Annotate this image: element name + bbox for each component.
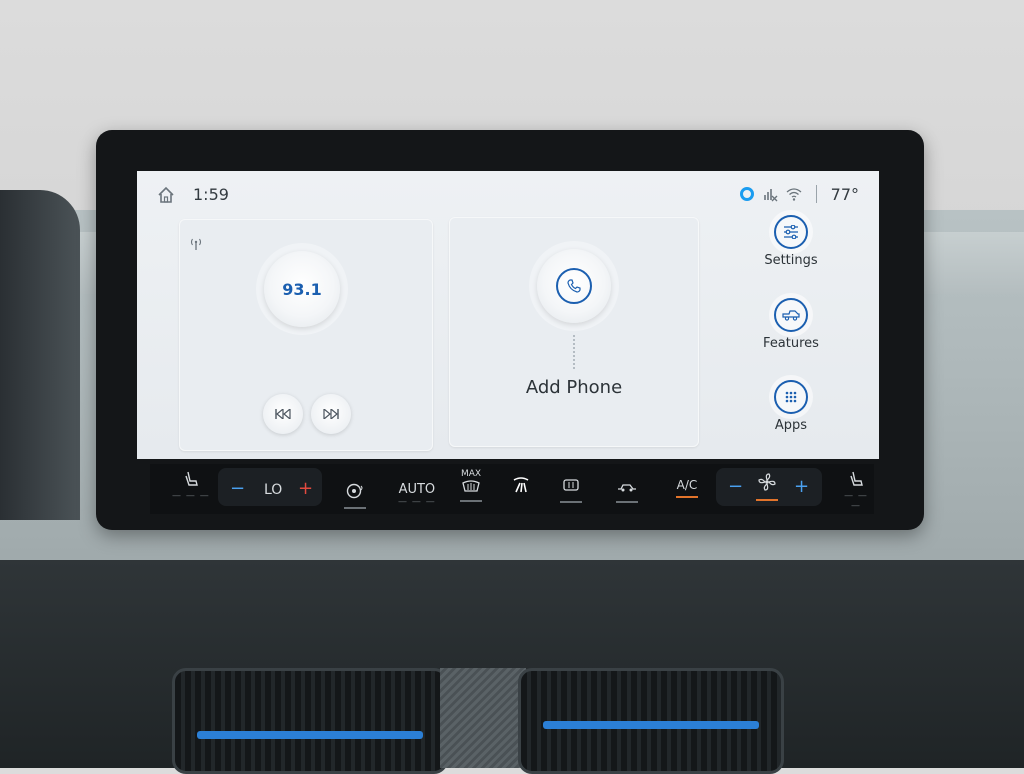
fan-speed-up-button[interactable]: +: [794, 476, 809, 497]
fan-speed-down-button[interactable]: −: [728, 476, 743, 497]
skip-forward-icon: [323, 409, 339, 419]
windshield-defrost-icon: [513, 477, 529, 493]
rear-defrost-icon: [563, 479, 579, 491]
passenger-heated-seat-button[interactable]: — — —: [838, 470, 874, 511]
wifi-off-icon: [786, 188, 802, 201]
radio-frequency: 93.1: [282, 279, 322, 299]
radio-frequency-button[interactable]: 93.1: [264, 251, 340, 327]
status-icons: 77°: [739, 181, 859, 207]
settings-button[interactable]: Settings: [735, 211, 847, 287]
air-vent-left: [172, 668, 448, 774]
windshield-heat-button[interactable]: [510, 474, 532, 499]
max-defrost-icon: [462, 480, 480, 492]
previous-station-button[interactable]: [263, 394, 303, 434]
infotainment-screen: 1:59 77° 93.1 Add Phone Settings Feature…: [137, 171, 879, 459]
air-vent-right: [518, 668, 784, 774]
seat-icon: [185, 471, 198, 486]
truck-icon: [782, 310, 800, 321]
driver-heated-seat-button[interactable]: — — —: [172, 470, 210, 501]
features-label: Features: [763, 336, 819, 351]
steering-column: [0, 190, 80, 520]
vent-divider-trim: [440, 668, 526, 768]
settings-sliders-icon: [784, 225, 798, 239]
clock: 1:59: [193, 185, 229, 204]
radio-card[interactable]: 93.1: [179, 219, 433, 451]
climate-control-bar: — — — − LO + AUTO — — — MAX A/C − + — — …: [150, 464, 874, 514]
rear-defrost-button[interactable]: [560, 478, 582, 503]
ac-button[interactable]: A/C: [676, 478, 698, 498]
fan-speed-indicator: [756, 472, 778, 501]
passenger-seat-icon: [850, 471, 863, 486]
apps-grid-icon: [785, 391, 797, 403]
settings-label: Settings: [764, 253, 818, 268]
apps-button[interactable]: Apps: [735, 376, 847, 452]
add-phone-button[interactable]: [537, 249, 611, 323]
phone-icon: [567, 279, 581, 293]
auto-climate-button[interactable]: AUTO — — —: [398, 482, 436, 507]
phone-card[interactable]: Add Phone: [449, 217, 699, 447]
apps-label: Apps: [774, 418, 808, 433]
max-defrost-button[interactable]: MAX: [460, 469, 482, 502]
heated-steering-wheel-button[interactable]: [344, 482, 366, 509]
driver-temp-up-button[interactable]: +: [298, 478, 313, 499]
steering-wheel-icon: [346, 483, 363, 499]
recirculation-button[interactable]: [616, 480, 638, 503]
car-recirculation-icon: [618, 484, 636, 492]
skip-back-icon: [275, 409, 291, 419]
no-signal-icon: [763, 189, 778, 202]
driver-temp-value: LO: [264, 482, 283, 498]
antenna-icon: [190, 238, 202, 250]
connector-line: [573, 335, 575, 369]
home-icon[interactable]: [157, 186, 175, 204]
add-phone-label: Add Phone: [525, 377, 623, 398]
fan-icon: [758, 473, 776, 491]
features-button[interactable]: Features: [735, 294, 847, 370]
status-divider: [815, 185, 817, 203]
alexa-icon[interactable]: [739, 187, 754, 201]
driver-temp-down-button[interactable]: −: [230, 478, 245, 499]
next-station-button[interactable]: [311, 394, 351, 434]
outside-temperature: 77°: [830, 184, 859, 204]
